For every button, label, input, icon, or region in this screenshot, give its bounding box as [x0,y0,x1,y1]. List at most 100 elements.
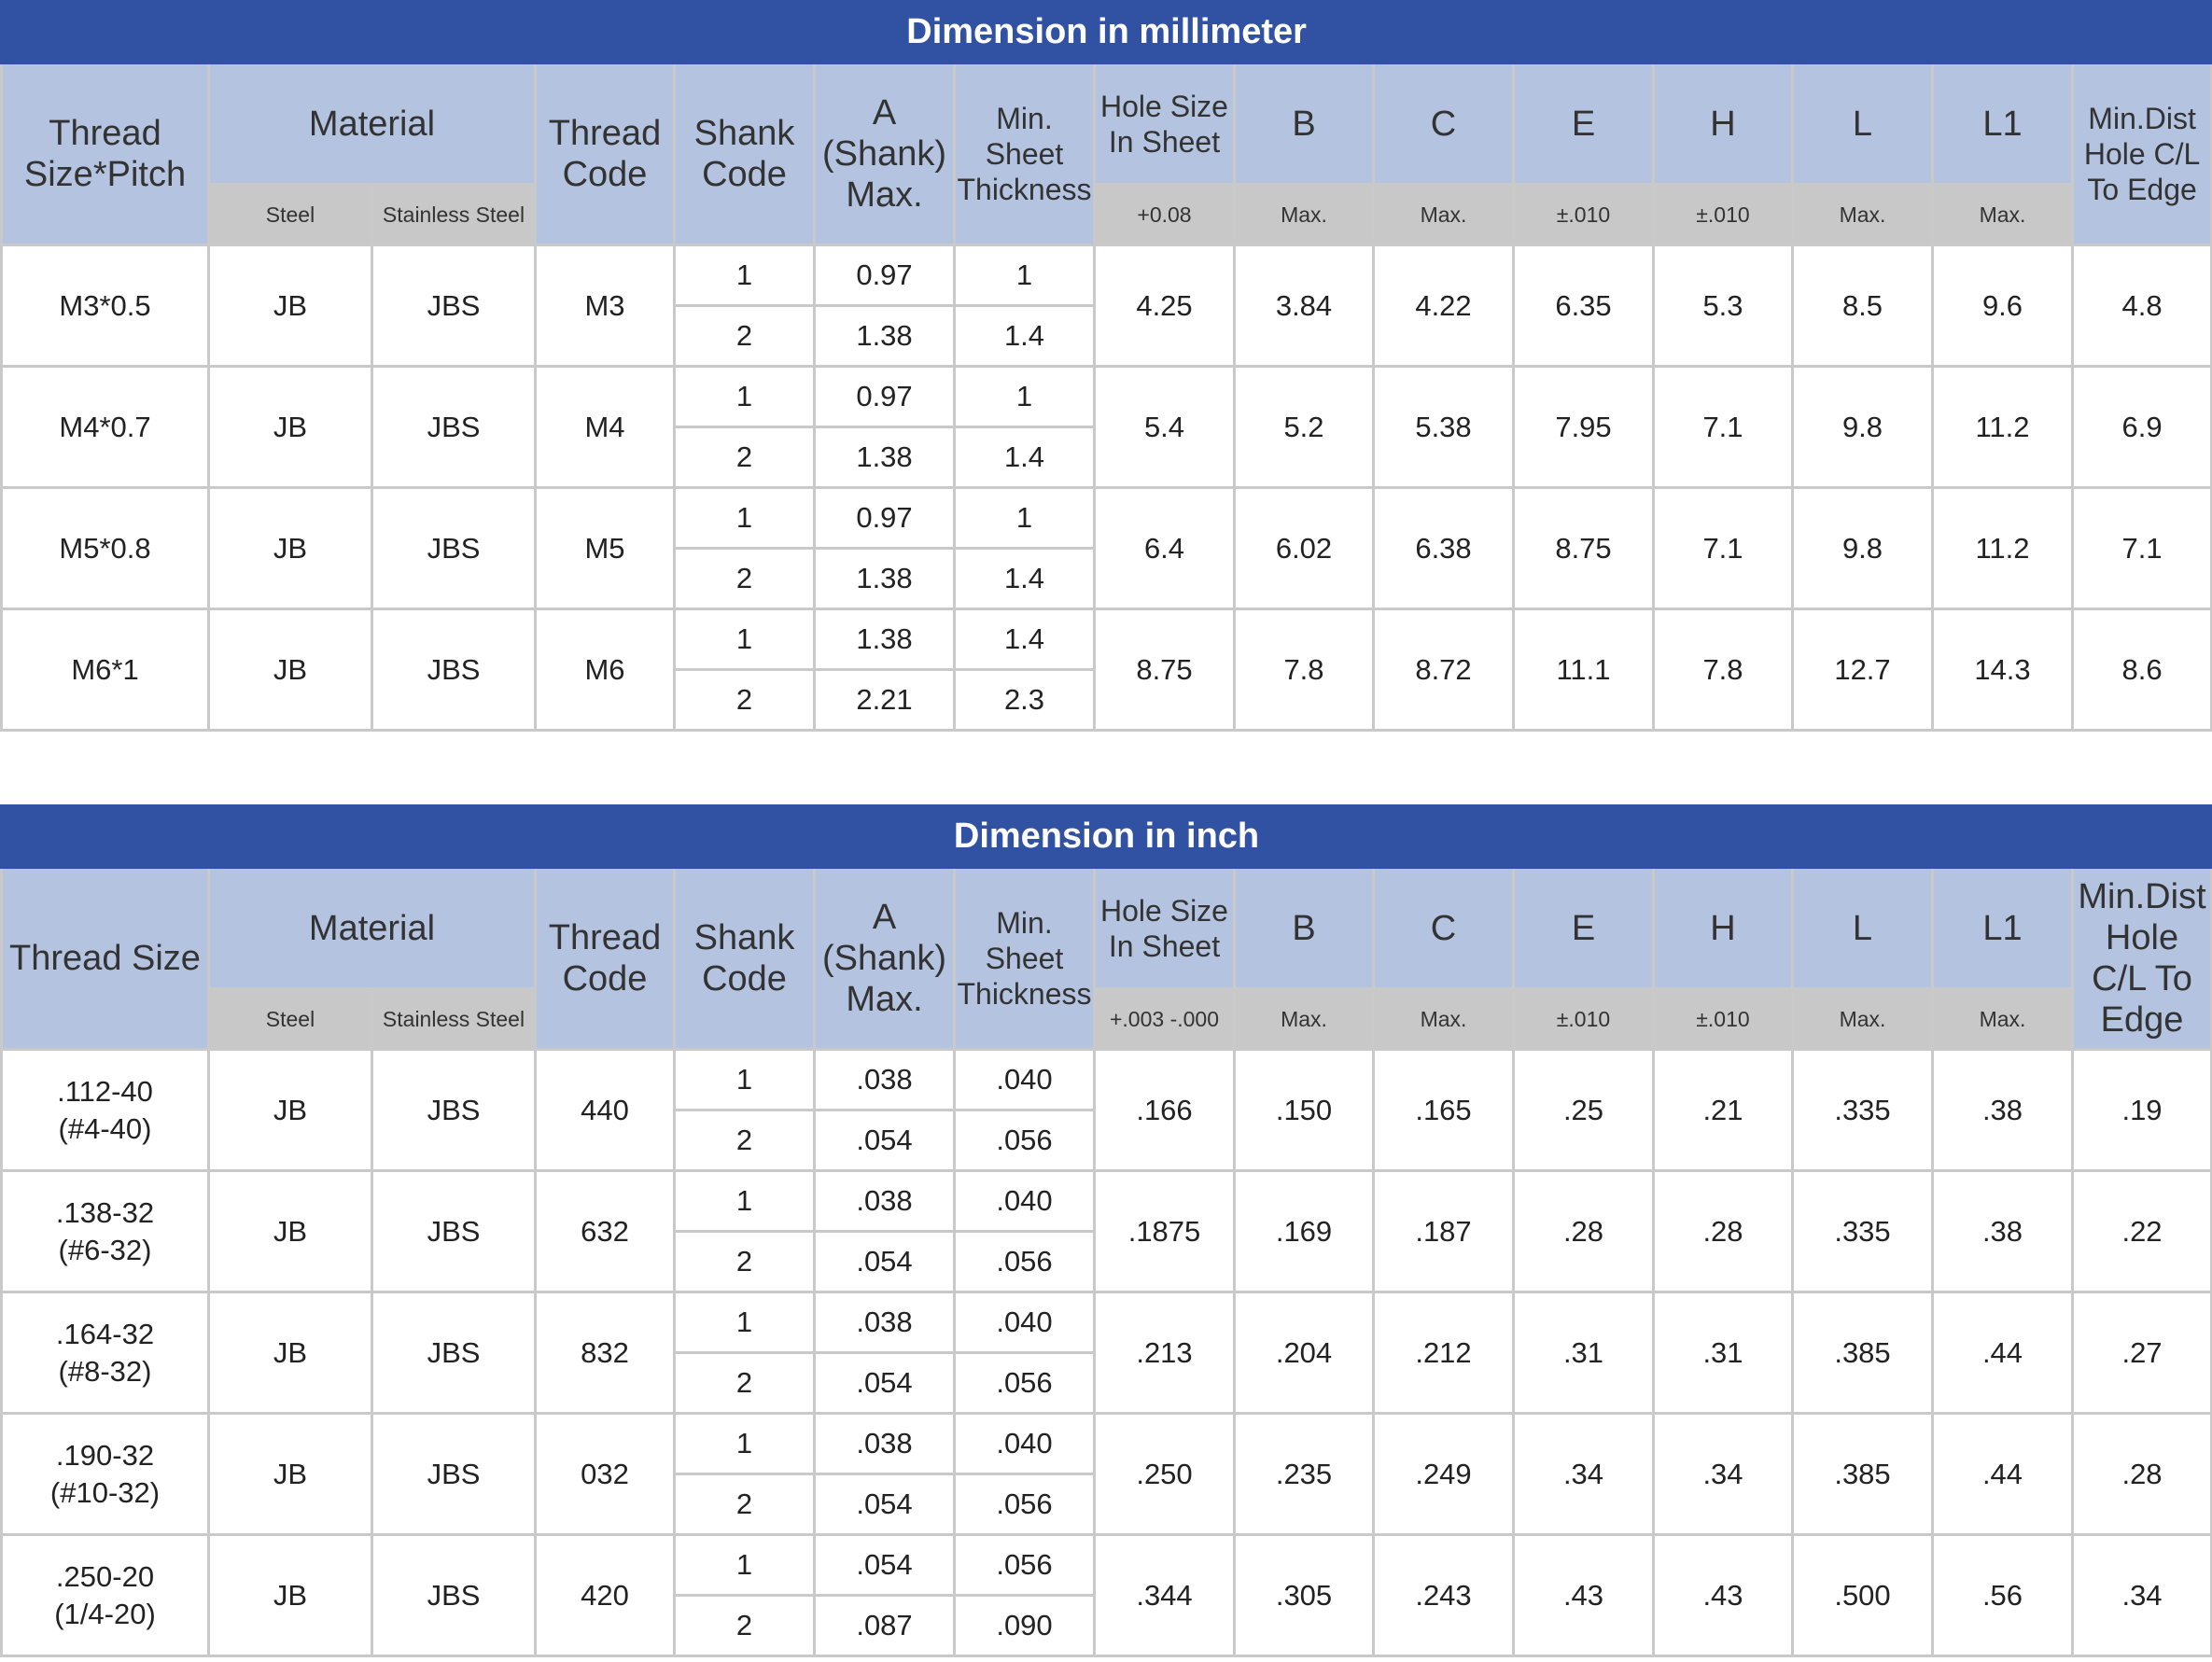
c-cell: 4.22 [1372,244,1515,368]
min-sheet-cell: 1.4 [953,304,1096,368]
a-shank-cell: 1.38 [813,304,956,368]
header-hole-size: Hole Size In Sheet [1093,866,1236,990]
shank-code-cell: 1 [673,486,816,550]
l1-cell: .38 [1931,1169,2074,1293]
thread-size-alt: (#8-32) [58,1354,152,1388]
thread-code-cell: 632 [534,1169,676,1293]
header-material: Material [207,866,537,990]
min-sheet-cell: .090 [953,1594,1096,1657]
h-cell: 7.1 [1652,365,1794,489]
header-l: L [1791,62,1934,186]
h-cell: .43 [1652,1533,1794,1657]
b-cell: 6.02 [1233,486,1375,610]
min-sheet-cell: .056 [953,1109,1096,1172]
a-shank-cell: 0.97 [813,486,956,550]
shank-code-cell: 2 [673,1230,816,1293]
b-cell: .235 [1233,1412,1375,1536]
l1-cell: 14.3 [1931,608,2074,732]
l1-cell: .44 [1931,1412,2074,1536]
c-cell: .249 [1372,1412,1515,1536]
steel-cell: JB [207,1533,373,1657]
shank-code-cell: 1 [673,365,816,428]
subheader-h: ±.010 [1652,987,1794,1051]
min-sheet-cell: .040 [953,1169,1096,1233]
min-sheet-cell: 1.4 [953,608,1096,671]
e-cell: .31 [1512,1291,1655,1415]
header-c: C [1372,866,1515,990]
hole-size-cell: .250 [1093,1412,1236,1536]
min-dist-cell: 4.8 [2070,244,2212,368]
c-cell: .212 [1372,1291,1515,1415]
c-cell: .243 [1372,1533,1515,1657]
e-cell: 6.35 [1512,244,1655,368]
b-cell: .204 [1233,1291,1375,1415]
thread-size-value: .138-32 [55,1195,155,1229]
l1-cell: 9.6 [1931,244,2074,368]
l1-cell: .38 [1931,1048,2074,1172]
thread-size-value: .250-20 [55,1559,155,1593]
header-e: E [1512,866,1655,990]
min-sheet-cell: 2.3 [953,668,1096,732]
l1-cell: 11.2 [1931,486,2074,610]
a-shank-cell: .038 [813,1412,956,1475]
min-sheet-cell: .040 [953,1048,1096,1111]
e-cell: .43 [1512,1533,1655,1657]
min-dist-cell: .27 [2070,1291,2212,1415]
b-cell: .305 [1233,1533,1375,1657]
subheader-l: Max. [1791,183,1934,246]
a-shank-cell: 0.97 [813,365,956,428]
c-cell: 5.38 [1372,365,1515,489]
l-cell: .335 [1791,1169,1934,1293]
steel-cell: JB [207,1291,373,1415]
header-a-shank: A (Shank) Max. [813,866,956,1051]
hole-size-cell: 5.4 [1093,365,1236,489]
min-sheet-cell: .056 [953,1473,1096,1536]
l1-cell: .44 [1931,1291,2074,1415]
steel-cell: JB [207,244,373,368]
min-dist-cell: .28 [2070,1412,2212,1536]
a-shank-cell: 1.38 [813,426,956,489]
header-e: E [1512,62,1655,186]
h-cell: .31 [1652,1291,1794,1415]
b-cell: 7.8 [1233,608,1375,732]
b-cell: .169 [1233,1169,1375,1293]
thread-size-cell: M6*1 [0,608,210,732]
header-l: L [1791,866,1934,990]
metric-table-title: Dimension in millimeter [0,0,2212,64]
header-l1: L1 [1931,866,2074,990]
subheader-h: ±.010 [1652,183,1794,246]
steel-cell: JB [207,608,373,732]
hole-size-cell: .1875 [1093,1169,1236,1293]
header-thread-code: Thread Code [534,62,676,246]
header-l1: L1 [1931,62,2074,186]
thread-size-value: .190-32 [55,1438,155,1472]
l-cell: 8.5 [1791,244,1934,368]
table-row: .250-20 (1/4-20) JB JBS 420 1 .054 .056 .… [0,1533,2212,1657]
c-cell: .165 [1372,1048,1515,1172]
a-shank-cell: 1.38 [813,608,956,671]
thread-code-cell: M3 [534,244,676,368]
stainless-cell: JBS [371,1169,537,1293]
a-shank-cell: .038 [813,1169,956,1233]
thread-size-value: .112-40 [57,1074,153,1108]
thread-size-cell: M5*0.8 [0,486,210,610]
subheader-b: Max. [1233,183,1375,246]
h-cell: .28 [1652,1169,1794,1293]
subheader-l1: Max. [1931,183,2074,246]
shank-code-cell: 2 [673,304,816,368]
a-shank-cell: .054 [813,1230,956,1293]
min-dist-cell: 6.9 [2070,365,2212,489]
subheader-hole-tolerance: +0.08 [1093,183,1236,246]
hole-size-cell: 6.4 [1093,486,1236,610]
l1-cell: 11.2 [1931,365,2074,489]
shank-code-cell: 1 [673,1412,816,1475]
hole-size-cell: 4.25 [1093,244,1236,368]
table-row: .164-32 (#8-32) JB JBS 832 1 .038 .040 .2… [0,1291,2212,1415]
e-cell: .28 [1512,1169,1655,1293]
hole-size-cell: .166 [1093,1048,1236,1172]
subheader-e: ±.010 [1512,183,1655,246]
thread-size-cell: .138-32 (#6-32) [0,1169,210,1293]
thread-size-cell: .190-32 (#10-32) [0,1412,210,1536]
h-cell: 7.8 [1652,608,1794,732]
inch-dimension-table: Dimension in inch Thread Size Material T… [0,804,2212,1657]
